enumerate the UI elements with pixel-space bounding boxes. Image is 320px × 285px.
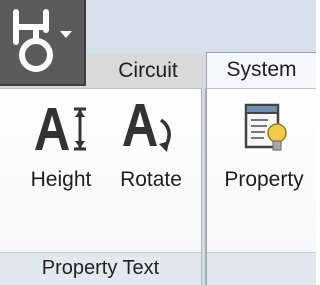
tab-circuit[interactable]: Circuit [96, 54, 200, 88]
application-menu-button[interactable] [0, 0, 86, 86]
tab-system[interactable]: System [206, 52, 316, 88]
rotate-label: Rotate [120, 168, 182, 191]
property-bulb-icon [244, 103, 287, 151]
property-button[interactable]: Property [216, 100, 312, 212]
height-button[interactable]: Height [20, 100, 102, 212]
panel-label-property-text[interactable]: Property Text [0, 252, 201, 285]
panel-label-system [207, 252, 316, 285]
rotate-button[interactable]: Rotate [108, 100, 194, 212]
hvac-application-menu-icon [13, 9, 72, 72]
text-height-icon [35, 107, 86, 151]
text-rotate-icon [123, 104, 171, 152]
height-label: Height [30, 168, 92, 191]
property-label: Property [224, 168, 304, 191]
